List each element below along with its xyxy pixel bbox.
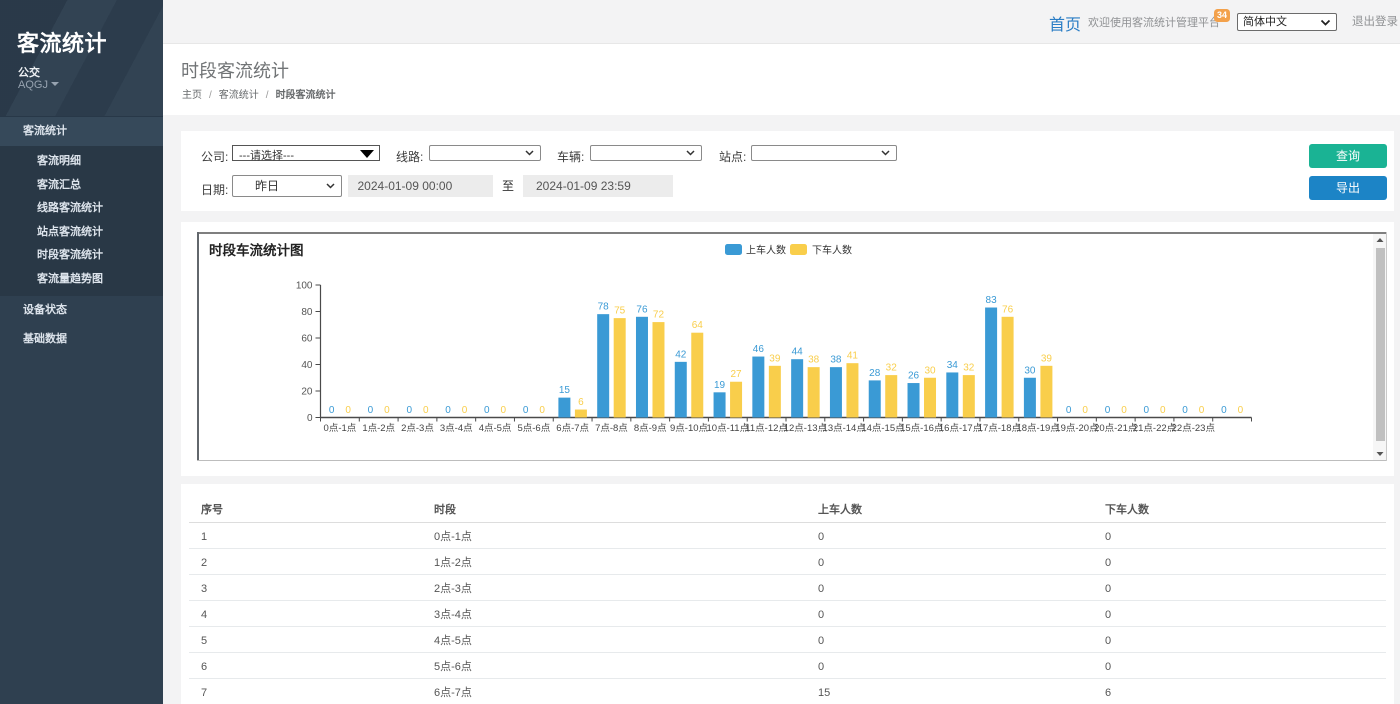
svg-text:10点-11点: 10点-11点: [707, 423, 750, 434]
svg-text:44: 44: [792, 347, 804, 358]
svg-text:20: 20: [301, 387, 313, 398]
svg-text:0: 0: [406, 405, 412, 416]
svg-text:38: 38: [808, 355, 820, 366]
svg-text:0: 0: [345, 405, 351, 416]
svg-text:78: 78: [598, 302, 610, 313]
svg-text:42: 42: [675, 349, 687, 360]
svg-text:13点-14点: 13点-14点: [823, 423, 867, 434]
svg-text:21点-22点: 21点-22点: [1133, 423, 1177, 434]
svg-text:11点-12点: 11点-12点: [745, 423, 788, 434]
svg-text:9点-10点: 9点-10点: [670, 423, 709, 434]
svg-text:8点-9点: 8点-9点: [634, 423, 667, 434]
svg-text:60: 60: [301, 334, 313, 345]
svg-text:32: 32: [886, 363, 898, 374]
svg-text:15点-16点: 15点-16点: [900, 423, 944, 434]
svg-text:40: 40: [301, 360, 313, 371]
svg-text:27: 27: [730, 369, 742, 380]
svg-text:83: 83: [986, 295, 998, 306]
svg-text:32: 32: [963, 363, 975, 374]
svg-text:0: 0: [1182, 405, 1188, 416]
svg-text:0: 0: [1238, 405, 1244, 416]
svg-text:0: 0: [307, 413, 313, 424]
svg-text:30: 30: [924, 365, 936, 376]
svg-text:0: 0: [523, 405, 529, 416]
svg-text:0: 0: [1082, 405, 1088, 416]
svg-text:0: 0: [329, 405, 335, 416]
svg-text:0: 0: [1199, 405, 1205, 416]
svg-text:34: 34: [947, 360, 959, 371]
svg-text:7点-8点: 7点-8点: [595, 423, 628, 434]
svg-text:0: 0: [539, 405, 545, 416]
svg-text:0: 0: [423, 405, 429, 416]
svg-text:75: 75: [614, 306, 626, 317]
svg-text:19点-20点: 19点-20点: [1055, 423, 1099, 434]
svg-text:0: 0: [1121, 405, 1127, 416]
svg-text:38: 38: [830, 355, 842, 366]
svg-text:46: 46: [753, 344, 765, 355]
svg-text:39: 39: [769, 353, 781, 364]
svg-text:0: 0: [1143, 405, 1149, 416]
svg-text:3点-4点: 3点-4点: [440, 423, 473, 434]
svg-text:18点-19点: 18点-19点: [1016, 423, 1060, 434]
svg-text:0: 0: [484, 405, 490, 416]
svg-text:41: 41: [847, 351, 859, 362]
svg-text:0点-1点: 0点-1点: [324, 423, 357, 434]
svg-text:0: 0: [368, 405, 374, 416]
svg-text:6点-7点: 6点-7点: [556, 423, 589, 434]
svg-text:下车人数: 下车人数: [812, 244, 852, 257]
svg-text:时段车流统计图: 时段车流统计图: [209, 242, 304, 258]
svg-text:上车人数: 上车人数: [746, 244, 786, 257]
svg-text:2点-3点: 2点-3点: [401, 423, 434, 434]
svg-text:39: 39: [1041, 353, 1053, 364]
svg-text:0: 0: [384, 405, 390, 416]
svg-text:26: 26: [908, 371, 920, 382]
svg-text:17点-18点: 17点-18点: [978, 423, 1022, 434]
svg-text:76: 76: [636, 304, 648, 315]
svg-text:80: 80: [301, 307, 313, 318]
svg-text:0: 0: [445, 405, 451, 416]
svg-text:72: 72: [653, 310, 665, 321]
svg-text:19: 19: [714, 380, 726, 391]
svg-text:22点-23点: 22点-23点: [1172, 423, 1216, 434]
svg-text:76: 76: [1002, 304, 1014, 315]
svg-text:0: 0: [1160, 405, 1166, 416]
svg-text:16点-17点: 16点-17点: [939, 423, 983, 434]
svg-text:28: 28: [869, 368, 881, 379]
svg-text:30: 30: [1024, 365, 1036, 376]
svg-text:6: 6: [578, 397, 584, 408]
svg-text:100: 100: [296, 281, 313, 292]
svg-text:12点-13点: 12点-13点: [784, 423, 828, 434]
svg-text:0: 0: [501, 405, 507, 416]
svg-text:0: 0: [462, 405, 468, 416]
svg-text:0: 0: [1066, 405, 1072, 416]
svg-text:4点-5点: 4点-5点: [479, 423, 512, 434]
svg-text:5点-6点: 5点-6点: [517, 423, 550, 434]
svg-text:20点-21点: 20点-21点: [1094, 423, 1138, 434]
svg-text:15: 15: [559, 385, 571, 396]
svg-text:14点-15点: 14点-15点: [861, 423, 905, 434]
svg-text:0: 0: [1221, 405, 1227, 416]
svg-text:0: 0: [1105, 405, 1111, 416]
svg-text:1点-2点: 1点-2点: [362, 423, 395, 434]
svg-text:64: 64: [692, 320, 704, 331]
